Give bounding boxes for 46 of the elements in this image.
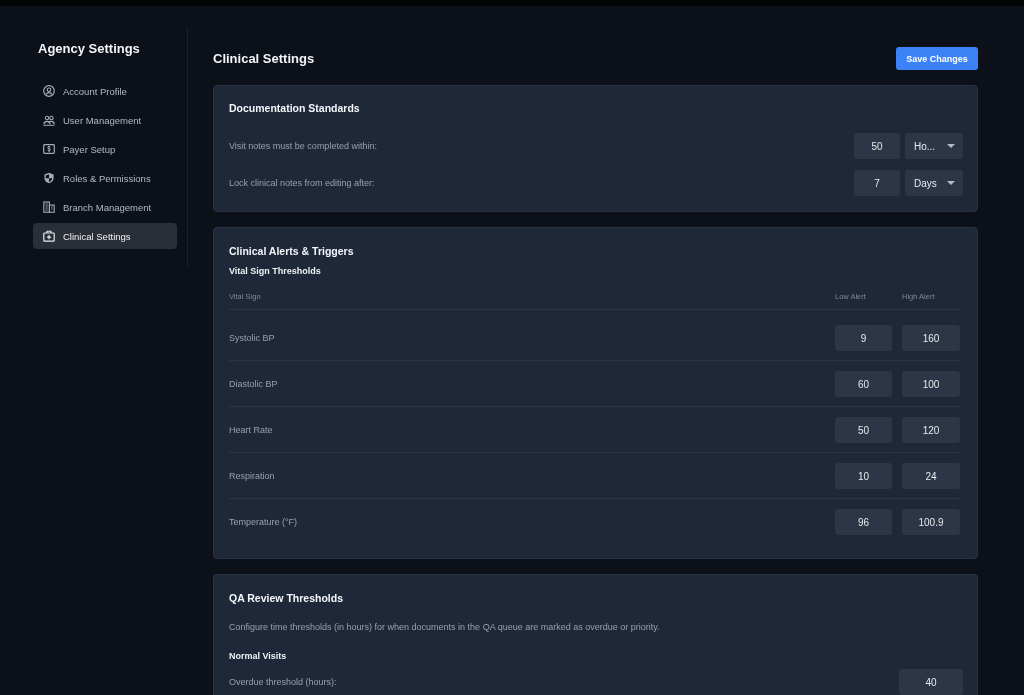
save-button[interactable]: Save Changes: [896, 47, 978, 70]
vital-sign-name: Diastolic BP: [229, 379, 279, 389]
sidebar-item[interactable]: User Management: [33, 107, 177, 133]
unit-dropdown[interactable]: Ho...: [905, 133, 963, 159]
sidebar-title: Agency Settings: [38, 41, 141, 57]
number-field[interactable]: 60: [835, 371, 892, 397]
group-title: Normal Visits: [229, 650, 288, 662]
card-title: Documentation Standards: [229, 102, 361, 115]
vital-sign-name: Respiration: [229, 471, 276, 481]
vital-sign-name: Temperature (°F): [229, 517, 299, 527]
sidebar-item[interactable]: Roles & Permissions: [33, 165, 177, 191]
building-icon: [43, 201, 55, 213]
card-title: Clinical Alerts & Triggers: [229, 245, 355, 258]
section-subtitle: Vital Sign Thresholds: [229, 265, 322, 277]
field-label: Overdue threshold (hours):: [229, 677, 338, 687]
sidebar-item[interactable]: Account Profile: [33, 78, 177, 104]
number-field[interactable]: 24: [902, 463, 960, 489]
number-field[interactable]: 9: [835, 325, 892, 351]
dollar-icon: [43, 143, 55, 155]
caret-icon: [947, 181, 955, 185]
vital-sign-name: Systolic BP: [229, 333, 276, 343]
number-field[interactable]: 100: [902, 371, 960, 397]
number-field[interactable]: 160: [902, 325, 960, 351]
users-icon: [43, 114, 55, 126]
number-field[interactable]: 100.9: [902, 509, 960, 535]
shield-icon: [43, 172, 55, 184]
number-field[interactable]: 40: [899, 669, 963, 695]
number-field[interactable]: 10: [835, 463, 892, 489]
number-field[interactable]: 7: [854, 170, 900, 196]
sidebar-item[interactable]: Payer Setup: [33, 136, 177, 162]
sidebar-item[interactable]: Clinical Settings: [33, 223, 177, 249]
vital-sign-name: Heart Rate: [229, 425, 274, 435]
user-circle-icon: [43, 85, 55, 97]
number-field[interactable]: 96: [835, 509, 892, 535]
card-title: QA Review Thresholds: [229, 592, 344, 605]
number-field[interactable]: 50: [835, 417, 892, 443]
sidebar-item[interactable]: Branch Management: [33, 194, 177, 220]
page-title: Clinical Settings: [213, 51, 315, 66]
field-label: Visit notes must be completed within:: [229, 141, 378, 151]
medical-kit-icon: [43, 230, 55, 242]
field-label: Lock clinical notes from editing after:: [229, 178, 376, 188]
caret-icon: [947, 144, 955, 148]
number-field[interactable]: 50: [854, 133, 900, 159]
description-text: Configure time thresholds (in hours) for when documents in the QA queue are marked as overdue or priority.: [229, 621, 661, 633]
unit-dropdown[interactable]: Days: [905, 170, 963, 196]
number-field[interactable]: 120: [902, 417, 960, 443]
